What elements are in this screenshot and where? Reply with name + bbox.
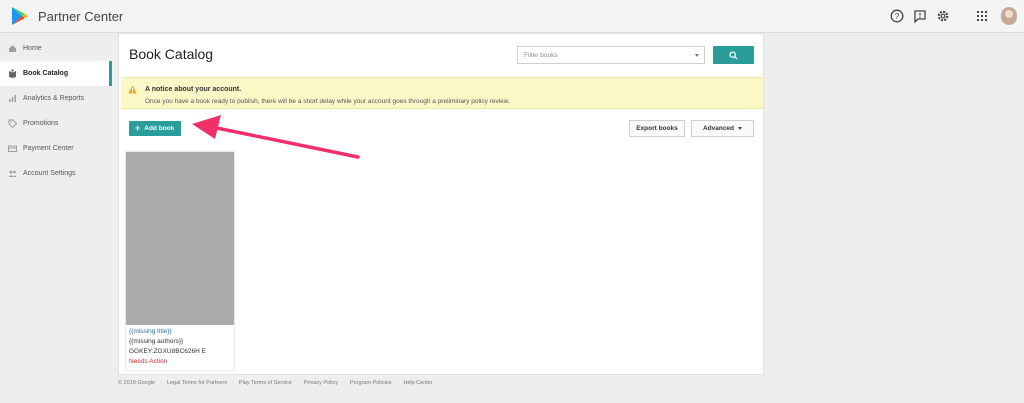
- book-catalog-panel: Book Catalog Filter books A notice about…: [118, 33, 764, 375]
- footer-link-play-terms[interactable]: Play Terms of Service: [239, 380, 292, 386]
- footer-link-help-center[interactable]: Help Center: [403, 380, 432, 386]
- notice-text: Once you have a book ready to publish, t…: [145, 98, 510, 105]
- sidebar-item-payment-center[interactable]: Payment Center: [0, 136, 112, 161]
- settings-icon[interactable]: [936, 9, 950, 23]
- app-title: Partner Center: [38, 9, 124, 24]
- sidebar-item-label: Book Catalog: [23, 70, 69, 77]
- footer-link-program-policies[interactable]: Program Policies: [350, 380, 392, 386]
- sidebar-item-home[interactable]: Home: [0, 36, 112, 61]
- avatar[interactable]: [1001, 7, 1017, 25]
- add-book-label: Add book: [144, 125, 175, 132]
- search-button[interactable]: [713, 46, 754, 64]
- chevron-down-icon: [695, 54, 699, 57]
- account-notice: A notice about your account. Once you ha…: [121, 77, 763, 109]
- book-key: GGKEY:ZGXU8BC626H E: [129, 348, 206, 355]
- copyright-text: © 2019 Google: [118, 380, 156, 386]
- sidebar-item-label: Payment Center: [23, 145, 74, 152]
- plus-icon: +: [135, 123, 141, 133]
- sidebar-item-account-settings[interactable]: Account Settings: [0, 161, 112, 186]
- google-play-logo[interactable]: [12, 7, 28, 25]
- footer-link-privacy-policy[interactable]: Privacy Policy: [304, 380, 338, 386]
- book-title-link[interactable]: {{missing title}}: [129, 328, 172, 335]
- notice-title: A notice about your account.: [145, 86, 242, 93]
- search-icon: [729, 51, 738, 60]
- people-icon: [8, 170, 17, 177]
- help-icon[interactable]: ?: [890, 9, 904, 23]
- sidebar: Home Book Catalog Analytics & Reports Pr…: [0, 34, 112, 403]
- card-icon: [8, 145, 17, 152]
- book-status: Needs Action: [129, 358, 168, 365]
- sidebar-item-promotions[interactable]: Promotions: [0, 111, 112, 136]
- top-app-bar: Partner Center ?: [0, 0, 1024, 33]
- advanced-label: Advanced: [702, 125, 735, 132]
- sidebar-item-label: Account Settings: [23, 170, 76, 177]
- export-books-button[interactable]: Export books: [629, 120, 685, 137]
- page-title: Book Catalog: [129, 46, 214, 62]
- add-book-button[interactable]: + Add book: [129, 121, 181, 136]
- home-icon: [9, 45, 16, 52]
- book-icon: [9, 69, 16, 78]
- sidebar-item-label: Promotions: [23, 120, 59, 127]
- export-books-label: Export books: [636, 125, 678, 132]
- advanced-dropdown-button[interactable]: Advanced: [691, 120, 754, 137]
- book-cover-placeholder[interactable]: [126, 152, 234, 325]
- book-card[interactable]: {{missing title}} {{missing authors}} GG…: [126, 152, 234, 370]
- filter-books-select[interactable]: Filter books: [517, 46, 705, 64]
- footer: © 2019 Google · Legal Terms for Partners…: [118, 380, 433, 386]
- warning-icon: [128, 85, 137, 94]
- sidebar-item-label: Analytics & Reports: [23, 95, 85, 102]
- svg-text:?: ?: [895, 12, 900, 21]
- footer-link-legal-terms[interactable]: Legal Terms for Partners: [167, 380, 227, 386]
- apps-grid-icon[interactable]: [975, 9, 989, 23]
- sidebar-item-book-catalog[interactable]: Book Catalog: [0, 61, 112, 86]
- sidebar-item-analytics[interactable]: Analytics & Reports: [0, 86, 112, 111]
- chevron-down-icon: [738, 127, 743, 130]
- sidebar-item-label: Home: [23, 45, 42, 52]
- feedback-icon[interactable]: [913, 9, 927, 23]
- chart-icon: [9, 95, 16, 102]
- book-authors: {{missing authors}}: [129, 338, 184, 345]
- tag-icon: [8, 119, 17, 128]
- filter-placeholder: Filter books: [524, 51, 558, 59]
